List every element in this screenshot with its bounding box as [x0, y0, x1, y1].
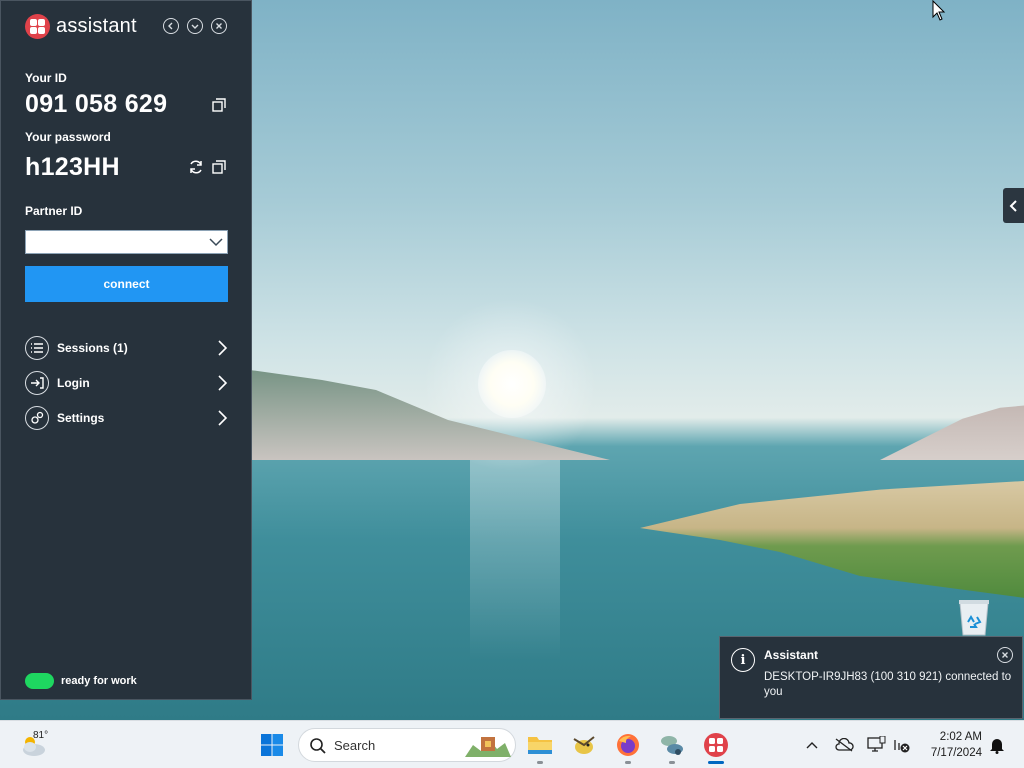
- copy-icon: [212, 98, 226, 112]
- search-placeholder: Search: [334, 738, 376, 753]
- side-panel-handle[interactable]: [1003, 188, 1024, 223]
- menu-item-login[interactable]: Login: [25, 370, 229, 396]
- search-icon: [310, 738, 326, 754]
- taskbar: 81° Search 2:02 AM 7/17/2024: [0, 720, 1024, 768]
- taskbar-firefox[interactable]: [612, 729, 644, 761]
- copy-password-button[interactable]: [210, 158, 228, 176]
- chevron-left-icon: [168, 22, 173, 30]
- taskbar-bird-app[interactable]: [568, 729, 600, 761]
- connect-button[interactable]: connect: [25, 266, 228, 302]
- mouse-cursor-icon: [932, 0, 946, 21]
- wallpaper-mountain: [880, 405, 1024, 460]
- close-icon: [216, 23, 222, 29]
- taskbar-file-explorer[interactable]: [524, 729, 556, 761]
- your-id-label: Your ID: [25, 71, 67, 85]
- menu-item-label: Login: [57, 376, 90, 390]
- running-indicator: [625, 761, 631, 764]
- network-disconnected-icon: [894, 740, 910, 753]
- notification-message: DESKTOP-IR9JH83 (100 310 921) connected …: [764, 671, 1012, 698]
- assistant-icon: [704, 733, 728, 757]
- menu-item-label: Settings: [57, 411, 105, 425]
- partner-id-label: Partner ID: [25, 204, 83, 218]
- taskbar-clock[interactable]: 2:02 AM 7/17/2024: [920, 729, 982, 761]
- gear-icon: [25, 406, 49, 430]
- close-icon: [1002, 652, 1008, 658]
- active-indicator: [708, 761, 724, 764]
- partner-id-dropdown[interactable]: [208, 234, 224, 250]
- list-icon: [25, 336, 49, 360]
- minimize-button[interactable]: [187, 18, 203, 34]
- connection-notification[interactable]: i Assistant DESKTOP-IR9JH83 (100 310 921…: [719, 636, 1023, 719]
- assistant-logo-icon: [25, 14, 50, 39]
- login-icon: [25, 371, 49, 395]
- start-button[interactable]: [256, 729, 288, 761]
- network-app-icon: [661, 736, 683, 755]
- notification-close-button[interactable]: [997, 647, 1013, 663]
- menu-item-settings[interactable]: Settings: [25, 405, 229, 431]
- status-text: ready for work: [61, 675, 137, 687]
- wallpaper-sun: [478, 350, 546, 418]
- bell-icon: [990, 739, 1004, 754]
- chevron-up-icon: [806, 742, 818, 749]
- firefox-icon: [617, 734, 639, 756]
- running-indicator: [537, 761, 543, 764]
- tray-device[interactable]: [866, 735, 886, 755]
- chevron-right-icon: [218, 340, 228, 356]
- wallpaper-sun-reflection: [470, 460, 560, 660]
- assistant-panel: assistant Your ID 091 058 629 Your passw…: [0, 0, 252, 700]
- taskbar-search[interactable]: Search: [298, 728, 516, 762]
- bird-app-icon: [573, 736, 595, 754]
- your-id-value: 091 058 629: [25, 90, 168, 118]
- recycle-bin-icon[interactable]: [955, 597, 993, 637]
- notification-center-button[interactable]: [987, 735, 1007, 755]
- chevron-left-icon: [1009, 199, 1017, 212]
- app-brand: assistant: [25, 14, 137, 39]
- copy-icon: [212, 160, 226, 174]
- chevron-down-icon: [191, 24, 199, 29]
- running-indicator: [669, 761, 675, 764]
- weather-temperature: 81°: [33, 730, 49, 741]
- start-icon: [261, 734, 283, 756]
- partner-id-field[interactable]: [25, 230, 228, 254]
- taskbar-network-app[interactable]: [656, 729, 688, 761]
- notification-title: Assistant: [764, 648, 819, 662]
- refresh-icon: [190, 160, 202, 174]
- password-label: Your password: [25, 130, 111, 144]
- cloud-off-icon: [835, 738, 854, 752]
- clock-date: 7/17/2024: [930, 747, 982, 759]
- menu-item-sessions[interactable]: Sessions (1): [25, 335, 229, 361]
- back-button[interactable]: [163, 18, 179, 34]
- password-value: h123HH: [25, 153, 120, 181]
- info-icon: i: [731, 648, 755, 672]
- chevron-right-icon: [218, 375, 228, 391]
- copy-id-button[interactable]: [210, 96, 228, 114]
- chevron-right-icon: [218, 410, 228, 426]
- window-controls: [163, 18, 227, 34]
- taskbar-assistant[interactable]: [700, 729, 732, 761]
- app-name: assistant: [56, 15, 137, 37]
- clock-time: 2:02 AM: [939, 731, 982, 743]
- connection-status: ready for work: [25, 673, 137, 689]
- close-button[interactable]: [211, 18, 227, 34]
- menu-item-label: Sessions (1): [57, 341, 128, 355]
- status-indicator: [25, 673, 54, 689]
- partner-id-input[interactable]: [26, 231, 201, 253]
- monitor-icon: [867, 736, 886, 752]
- refresh-password-button[interactable]: [187, 158, 205, 176]
- chevron-down-icon: [209, 238, 223, 247]
- search-highlight-icon: [465, 737, 511, 757]
- show-hidden-icons-button[interactable]: [802, 735, 822, 755]
- wallpaper-grass-shore: [640, 480, 1024, 600]
- tray-onedrive[interactable]: [834, 735, 854, 755]
- file-explorer-icon: [528, 737, 552, 754]
- tray-network[interactable]: [892, 735, 912, 755]
